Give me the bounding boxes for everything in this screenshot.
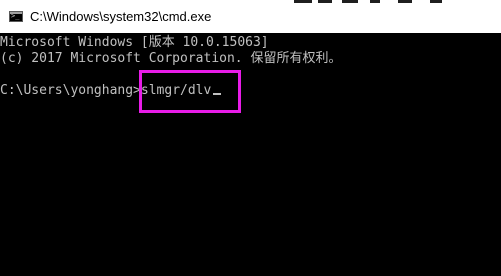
command-highlight-box — [139, 70, 241, 113]
console-area[interactable]: Microsoft Windows [版本 10.0.15063] (c) 20… — [0, 33, 501, 276]
title-bar[interactable]: >_ C:\Windows\system32\cmd.exe — [0, 0, 501, 33]
cmd-icon: >_ — [9, 11, 23, 22]
cmd-window: >_ C:\Windows\system32\cmd.exe Microsoft… — [0, 0, 501, 276]
console-copyright-line: (c) 2017 Microsoft Corporation. 保留所有权利。 — [0, 51, 342, 66]
background-window-edge — [280, 0, 501, 4]
console-prompt: C:\Users\yonghang> — [0, 83, 141, 98]
window-title: C:\Windows\system32\cmd.exe — [30, 9, 212, 24]
